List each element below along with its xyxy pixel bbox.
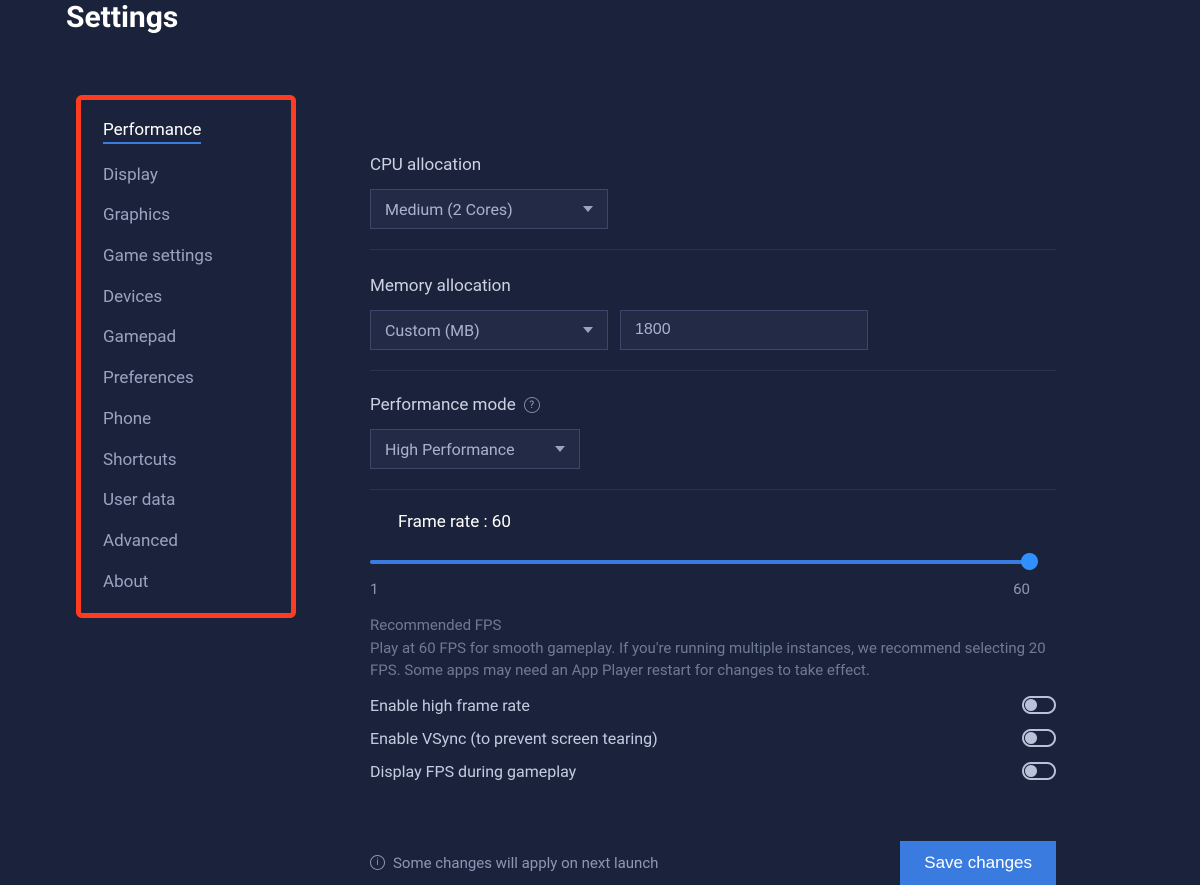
- sidebar-item-advanced[interactable]: Advanced: [103, 532, 178, 551]
- performance-mode-value: High Performance: [385, 440, 515, 459]
- divider: [370, 249, 1056, 250]
- page-title: Settings: [66, 0, 1200, 35]
- memory-mode-value: Custom (MB): [385, 321, 480, 340]
- sidebar-item-about[interactable]: About: [103, 573, 148, 592]
- enable-vsync-label: Enable VSync (to prevent screen tearing): [370, 729, 658, 748]
- launch-note-text: Some changes will apply on next launch: [393, 854, 658, 872]
- sidebar: Performance Display Graphics Game settin…: [30, 95, 310, 885]
- slider-min: 1: [370, 580, 378, 598]
- cpu-allocation-select[interactable]: Medium (2 Cores): [370, 189, 608, 229]
- enable-high-frame-rate-label: Enable high frame rate: [370, 696, 530, 715]
- help-icon[interactable]: ?: [524, 397, 540, 413]
- sidebar-item-graphics[interactable]: Graphics: [103, 206, 170, 225]
- sidebar-item-performance[interactable]: Performance: [103, 121, 201, 144]
- display-fps-toggle[interactable]: [1022, 762, 1056, 780]
- sidebar-item-gamepad[interactable]: Gamepad: [103, 328, 176, 347]
- sidebar-item-display[interactable]: Display: [103, 166, 158, 185]
- sidebar-item-devices[interactable]: Devices: [103, 288, 162, 307]
- settings-content: CPU allocation Medium (2 Cores) Memory a…: [310, 95, 1170, 885]
- performance-mode-label-text: Performance mode: [370, 395, 516, 415]
- chevron-down-icon: [583, 206, 593, 212]
- performance-mode-label: Performance mode ?: [370, 395, 1170, 415]
- sidebar-highlight-box: Performance Display Graphics Game settin…: [76, 95, 296, 618]
- enable-vsync-toggle[interactable]: [1022, 729, 1056, 747]
- sidebar-item-preferences[interactable]: Preferences: [103, 369, 194, 388]
- sidebar-item-user-data[interactable]: User data: [103, 491, 175, 510]
- cpu-allocation-label: CPU allocation: [370, 155, 1170, 175]
- save-changes-button[interactable]: Save changes: [900, 841, 1056, 885]
- slider-thumb[interactable]: [1021, 553, 1038, 570]
- chevron-down-icon: [583, 327, 593, 333]
- divider: [370, 370, 1056, 371]
- frame-rate-label: Frame rate : 60: [398, 512, 1170, 532]
- memory-mode-select[interactable]: Custom (MB): [370, 310, 608, 350]
- launch-note: i Some changes will apply on next launch: [370, 854, 658, 872]
- performance-mode-select[interactable]: High Performance: [370, 429, 580, 469]
- chevron-down-icon: [555, 446, 565, 452]
- sidebar-item-phone[interactable]: Phone: [103, 410, 151, 429]
- frame-rate-slider[interactable]: 1 60: [370, 544, 1030, 598]
- sidebar-item-shortcuts[interactable]: Shortcuts: [103, 451, 177, 470]
- memory-value-input[interactable]: [620, 310, 868, 350]
- recommended-fps-title: Recommended FPS: [370, 616, 1170, 634]
- display-fps-label: Display FPS during gameplay: [370, 762, 576, 781]
- slider-max: 60: [1013, 580, 1030, 598]
- memory-allocation-label: Memory allocation: [370, 276, 1170, 296]
- sidebar-item-game-settings[interactable]: Game settings: [103, 247, 213, 266]
- enable-high-frame-rate-toggle[interactable]: [1022, 696, 1056, 714]
- cpu-allocation-value: Medium (2 Cores): [385, 200, 513, 219]
- recommended-fps-text: Play at 60 FPS for smooth gameplay. If y…: [370, 638, 1050, 682]
- info-icon: i: [370, 855, 385, 870]
